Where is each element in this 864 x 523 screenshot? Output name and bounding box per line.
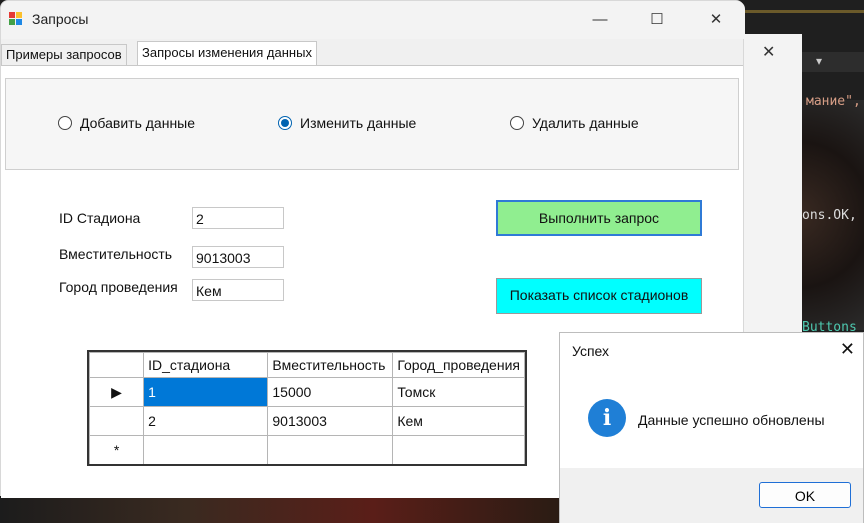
code-line: ons.OK,	[802, 208, 857, 223]
row-header[interactable]	[89, 406, 145, 436]
editor-accent-line	[740, 10, 864, 13]
dialog-message: Данные успешно обновлены	[638, 412, 825, 428]
radio-label: Удалить данные	[532, 115, 639, 131]
ok-button[interactable]: OK	[759, 482, 851, 508]
radio-update[interactable]: Изменить данные	[278, 113, 416, 133]
close-icon[interactable]: ✕	[840, 339, 855, 360]
grid-header-row: ID_стадиона Вместительность Город_провед…	[89, 352, 525, 378]
grid-cell[interactable]	[267, 435, 394, 464]
city-field[interactable]: Кем	[192, 279, 284, 301]
radio-label: Изменить данные	[300, 115, 417, 131]
grid-cell[interactable]	[143, 435, 269, 464]
close-icon[interactable]: ✕	[762, 42, 775, 62]
row-indicator-icon[interactable]: ▶	[89, 377, 145, 407]
data-grid[interactable]: ID_стадиона Вместительность Город_провед…	[87, 350, 527, 466]
tab-strip: Примеры запросов Запросы изменения данны…	[1, 41, 741, 66]
column-header[interactable]: Город_проведения	[392, 352, 525, 378]
grid-cell[interactable]: 1	[143, 377, 269, 407]
radio-indicator[interactable]	[58, 116, 72, 130]
title-bar: Запросы — ☐ ✕	[1, 1, 745, 39]
run-query-button[interactable]: Выполнить запрос	[496, 200, 702, 236]
radio-label: Добавить данные	[80, 115, 196, 131]
radio-add[interactable]: Добавить данные	[58, 113, 195, 133]
radio-indicator[interactable]	[510, 116, 524, 130]
window-title: Запросы	[32, 11, 89, 27]
grid-cell[interactable]: 15000	[267, 377, 394, 407]
table-row[interactable]: ▶ 1 15000 Томск	[89, 377, 525, 407]
close-icon[interactable]: ✕	[703, 9, 729, 31]
stadium-id-field[interactable]: 2	[192, 207, 284, 229]
new-row-icon[interactable]: *	[89, 435, 145, 464]
capacity-field[interactable]: 9013003	[192, 246, 284, 268]
success-dialog: Успех ✕ i Данные успешно обновлены OK	[559, 332, 864, 523]
radio-delete[interactable]: Удалить данные	[510, 113, 639, 133]
grid-corner-cell[interactable]	[89, 352, 145, 378]
column-header[interactable]: Вместительность	[267, 352, 394, 378]
chevron-down-icon: ▾	[816, 54, 823, 68]
grid-cell[interactable]	[392, 435, 525, 464]
tab-query-examples[interactable]: Примеры запросов	[1, 44, 127, 65]
radio-indicator-checked[interactable]	[278, 116, 292, 130]
tab-data-modification[interactable]: Запросы изменения данных	[137, 41, 317, 66]
stadium-id-label: ID Стадиона	[59, 210, 141, 226]
info-icon: i	[588, 399, 626, 437]
grid-cell[interactable]: 9013003	[267, 406, 394, 436]
table-row[interactable]: 2 9013003 Кем	[89, 406, 525, 436]
capacity-label: Вместительность	[59, 246, 173, 262]
dialog-footer: OK	[560, 468, 863, 523]
code-line: мание",	[806, 94, 861, 109]
maximize-icon[interactable]: ☐	[644, 9, 670, 31]
new-row[interactable]: *	[89, 435, 525, 464]
show-stadiums-button[interactable]: Показать список стадионов	[496, 278, 702, 314]
minimize-icon[interactable]: —	[587, 9, 613, 31]
column-header[interactable]: ID_стадиона	[143, 352, 269, 378]
dialog-title: Успех	[572, 343, 610, 359]
editor-dropdown[interactable]: ▾	[802, 52, 864, 72]
grid-cell[interactable]: Кем	[392, 406, 525, 436]
grid-cell[interactable]: 2	[143, 406, 269, 436]
app-icon	[9, 12, 23, 26]
grid-cell[interactable]: Томск	[392, 377, 525, 407]
operation-groupbox: Добавить данные Изменить данные Удалить …	[5, 78, 739, 170]
background-photo-strip	[0, 496, 560, 523]
city-label: Город проведения	[59, 279, 178, 295]
